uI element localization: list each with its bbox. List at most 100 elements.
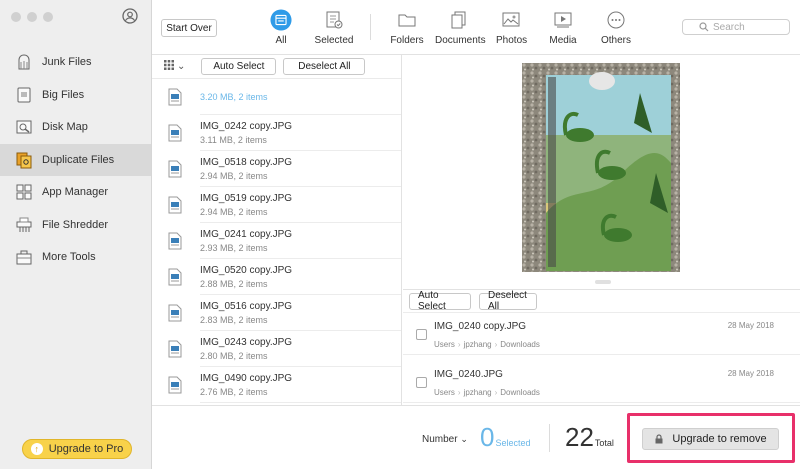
file-name: IMG_0490 copy.JPG (200, 372, 293, 384)
sidebar-item-label: More Tools (42, 251, 96, 264)
sidebar-item-label: Big Files (42, 88, 85, 101)
sort-dropdown[interactable]: Number ⌄ (422, 434, 468, 445)
jpeg-file-icon (168, 376, 182, 394)
list-item-text: 3.20 MB, 2 items (200, 79, 401, 115)
list-item[interactable]: IMG_0518 copy.JPG 2.94 MB, 2 items (152, 151, 401, 187)
sidebar-item-label: File Shredder (42, 218, 109, 231)
file-name: IMG_0520 copy.JPG (200, 264, 293, 276)
upgrade-to-pro-button[interactable]: ↑ Upgrade to Pro (22, 439, 132, 459)
jpeg-file-icon (168, 88, 182, 106)
zoom-window-button[interactable] (43, 12, 53, 22)
tab-media[interactable]: Media (549, 9, 577, 46)
list-item-text: IMG_0518 copy.JPG 2.94 MB, 2 items (200, 151, 401, 187)
file-name: IMG_0241 copy.JPG (200, 228, 293, 240)
search-field[interactable] (682, 19, 790, 35)
path-segment[interactable]: Downloads (500, 388, 540, 397)
duplicate-file-date: 28 May 2018 (727, 369, 774, 378)
top-toolbar: Start Over All Selected Folders Document… (152, 0, 800, 55)
search-input[interactable] (713, 21, 773, 33)
duplicate-item-row[interactable]: IMG_0240.JPG 28 May 2018 Users › jpzhang… (403, 361, 800, 403)
path-segment[interactable]: jpzhang (464, 340, 492, 349)
tab-documents[interactable]: Documents (435, 9, 486, 46)
sort-label: Number (422, 434, 458, 445)
list-item-text: IMG_0241 copy.JPG 2.93 MB, 2 items (200, 223, 401, 259)
jpeg-file-icon (168, 124, 182, 142)
tab-photos[interactable]: Photos (496, 9, 528, 46)
file-name: IMG_0242 copy.JPG (200, 120, 293, 132)
list-item[interactable]: 3.20 MB, 2 items (152, 79, 401, 115)
sidebar-item-file-shredder[interactable]: File Shredder (0, 209, 151, 242)
shredder-icon (14, 215, 34, 235)
disk-map-icon (14, 117, 34, 137)
toolbox-icon (14, 247, 34, 267)
tab-label: Photos (496, 35, 528, 46)
list-item[interactable]: IMG_0243 copy.JPG 2.80 MB, 2 items (152, 331, 401, 367)
sidebar-item-label: Duplicate Files (42, 153, 115, 166)
total-count-value: 22 (565, 422, 594, 452)
tab-selected[interactable]: Selected (314, 9, 354, 46)
duplicate-file-name: IMG_0240.JPG (434, 369, 503, 380)
list-item[interactable]: IMG_0519 copy.JPG 2.94 MB, 2 items (152, 187, 401, 223)
path-segment[interactable]: jpzhang (464, 388, 492, 397)
sidebar-item-duplicate-files[interactable]: Duplicate Files (0, 143, 151, 176)
tab-others[interactable]: Others (600, 9, 632, 46)
preview-image (522, 63, 680, 272)
auto-select-button[interactable]: Auto Select (201, 58, 277, 75)
all-files-icon (270, 9, 292, 31)
duplicate-item-row[interactable]: IMG_0240 copy.JPG 28 May 2018 Users › jp… (403, 313, 800, 355)
item-checkbox[interactable] (416, 377, 427, 388)
resize-handle[interactable] (595, 280, 611, 284)
chevron-right-icon: › (494, 388, 498, 397)
file-meta: 2.83 MB, 2 items (200, 314, 268, 325)
list-item[interactable]: IMG_0241 copy.JPG 2.93 MB, 2 items (152, 223, 401, 259)
path-segment[interactable]: Users (434, 340, 455, 349)
file-name: IMG_0243 copy.JPG (200, 336, 293, 348)
start-over-button[interactable]: Start Over (161, 19, 217, 37)
arrow-up-icon: ↑ (30, 443, 43, 455)
file-meta: 2.76 MB, 2 items (200, 386, 268, 397)
sidebar-item-more-tools[interactable]: More Tools (0, 241, 151, 274)
close-window-button[interactable] (11, 12, 21, 22)
deselect-all-button[interactable]: Deselect All (283, 58, 366, 75)
list-item-text: IMG_0243 copy.JPG 2.80 MB, 2 items (200, 331, 401, 367)
jpeg-file-icon (168, 304, 182, 322)
file-path-breadcrumb: Users › jpzhang › Downloads (434, 340, 540, 349)
sidebar-item-disk-map[interactable]: Disk Map (0, 111, 151, 144)
sidebar-item-junk-files[interactable]: Junk Files (0, 46, 151, 79)
path-segment[interactable]: Downloads (500, 340, 540, 349)
selected-icon (323, 9, 345, 31)
file-meta: 2.94 MB, 2 items (200, 206, 268, 217)
minimize-window-button[interactable] (27, 12, 37, 22)
list-item[interactable]: IMG_0520 copy.JPG 2.88 MB, 2 items (152, 259, 401, 295)
photo-icon (500, 9, 522, 31)
list-item-text: IMG_0242 copy.JPG 3.11 MB, 2 items (200, 115, 401, 151)
detail-auto-select-button[interactable]: Auto Select (409, 290, 471, 312)
list-toolbar: ⌄ Auto Select Deselect All (152, 55, 401, 79)
tab-label: Media (549, 35, 577, 46)
item-checkbox[interactable] (416, 329, 427, 340)
detail-deselect-all-button[interactable]: Deselect All (479, 290, 537, 312)
list-item[interactable]: IMG_0242 copy.JPG 3.11 MB, 2 items (152, 115, 401, 151)
list-item-text: IMG_0490 copy.JPG 2.76 MB, 2 items (200, 367, 401, 403)
list-item[interactable]: IMG_0516 copy.JPG 2.83 MB, 2 items (152, 295, 401, 331)
list-item[interactable]: IMG_0490 copy.JPG 2.76 MB, 2 items (152, 367, 401, 403)
tab-all[interactable]: All (266, 9, 296, 46)
file-name: IMG_0516 copy.JPG (200, 300, 293, 312)
sidebar-item-app-manager[interactable]: App Manager (0, 176, 151, 209)
detail-toolbar: Auto Select Deselect All (403, 289, 800, 313)
upgrade-to-remove-button[interactable]: Upgrade to remove (642, 428, 779, 450)
jpeg-file-icon (168, 340, 182, 358)
path-segment[interactable]: Users (434, 388, 455, 397)
more-dots-icon (605, 9, 627, 31)
chevron-down-icon: ⌄ (177, 61, 186, 72)
jpeg-file-icon (168, 160, 182, 178)
tab-label: Selected (314, 35, 354, 46)
sidebar-nav: Junk Files Big Files Disk Map Duplicate … (0, 46, 151, 274)
account-icon[interactable] (122, 8, 138, 24)
sidebar-item-label: App Manager (42, 186, 109, 199)
lock-icon (654, 434, 664, 444)
view-toggle[interactable]: ⌄ (164, 60, 185, 73)
sidebar-item-big-files[interactable]: Big Files (0, 79, 151, 112)
document-icon (448, 9, 470, 31)
tab-folders[interactable]: Folders (390, 9, 424, 46)
